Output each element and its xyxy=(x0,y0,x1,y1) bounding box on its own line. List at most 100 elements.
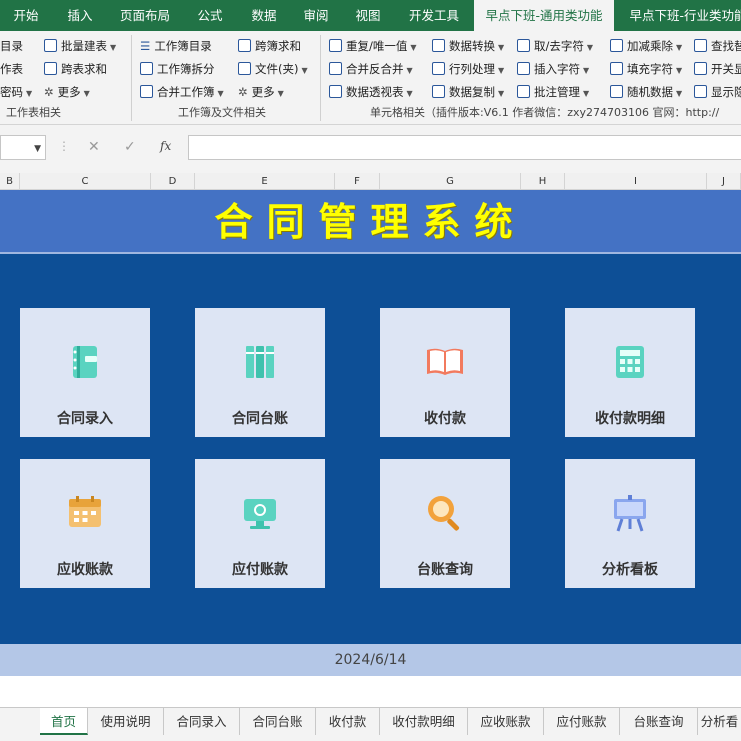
formula-bar: ▼ ⋮ ✕ ✓ fx xyxy=(0,125,741,173)
copy-icon xyxy=(432,85,445,98)
sheet-tab-receivables[interactable]: 应收账款 xyxy=(468,708,544,735)
sheet-tab-contract-entry[interactable]: 合同录入 xyxy=(164,708,240,735)
sheet-tab-ledger-query[interactable]: 台账查询 xyxy=(620,708,698,735)
ribbon-sheet-toc[interactable]: 目录 xyxy=(0,35,23,57)
column-header[interactable]: E xyxy=(195,173,335,190)
tag-icon xyxy=(329,39,342,52)
tab-data[interactable]: 数据 xyxy=(240,0,288,31)
ribbon-label: 作表 xyxy=(0,62,23,76)
ribbon-duplicate-unique[interactable]: 重复/唯一值 ▼ xyxy=(329,35,417,57)
tab-zaodian-industry[interactable]: 早点下班-行业类功能 xyxy=(618,0,741,31)
merge-icon xyxy=(140,85,153,98)
formula-input[interactable] xyxy=(188,135,741,160)
column-header[interactable]: D xyxy=(151,173,195,190)
column-header[interactable]: I xyxy=(565,173,707,190)
column-header[interactable]: H xyxy=(521,173,565,190)
ribbon-extract-char[interactable]: 取/去字符 ▼ xyxy=(517,35,593,57)
group-separator xyxy=(320,35,321,121)
ribbon-label: 开关显 xyxy=(711,62,741,76)
sheet-tab-payment-details[interactable]: 收付款明细 xyxy=(380,708,468,735)
tab-review[interactable]: 审阅 xyxy=(292,0,340,31)
calendar-icon xyxy=(69,496,101,527)
ribbon-sheet-password[interactable]: 密码 ▼ xyxy=(0,81,32,103)
list-icon: ☰ xyxy=(140,39,151,53)
sheet-tab-payments[interactable]: 收付款 xyxy=(316,708,380,735)
sheet-tab-home[interactable]: 首页 xyxy=(40,708,88,735)
ribbon-toggle-display[interactable]: 开关显 xyxy=(694,58,741,80)
tile-payables[interactable]: 应付账款 xyxy=(195,459,325,588)
ribbon-more-1[interactable]: ✲ 更多 ▼ xyxy=(44,81,90,103)
column-header[interactable]: C xyxy=(20,173,151,190)
group-label-cell: 单元格相关（插件版本:V6.1 作者微信：zxy274703106 官网：htt… xyxy=(370,106,720,119)
ribbon-row-col[interactable]: 行列处理 ▼ xyxy=(432,58,504,80)
sheet-tab-analysis[interactable]: 分析看 xyxy=(698,708,741,735)
ribbon-fill-char[interactable]: 填充字符 ▼ xyxy=(610,58,682,80)
ribbon-label: 重复/唯一值 xyxy=(346,39,408,53)
ribbon-more-2[interactable]: ✲ 更多 ▼ xyxy=(238,81,284,103)
ribbon-file-folder[interactable]: 文件(夹) ▼ xyxy=(238,58,308,80)
calculator-icon xyxy=(616,346,644,378)
sheet-tab-payables[interactable]: 应付账款 xyxy=(544,708,620,735)
tile-ledger-query[interactable]: 台账查询 xyxy=(380,459,510,588)
tab-insert[interactable]: 插入 xyxy=(56,0,104,31)
tile-analysis-board[interactable]: 分析看板 xyxy=(565,459,695,588)
sheet-tab-contract-ledger[interactable]: 合同台账 xyxy=(240,708,316,735)
ribbon-merge-workbook[interactable]: 合并工作簿 ▼ xyxy=(140,81,224,103)
arrow-down-icon xyxy=(517,62,530,75)
ribbon-arithmetic[interactable]: 加减乘除 ▼ xyxy=(610,35,682,57)
insert-function-icon[interactable]: fx xyxy=(160,139,171,153)
ribbon-label: 行列处理 xyxy=(449,62,495,76)
grid-icon xyxy=(432,39,445,52)
tile-label: 应收账款 xyxy=(57,562,113,578)
notebook-icon xyxy=(73,346,97,378)
ribbon-comment-manage[interactable]: 批注管理 ▼ xyxy=(517,81,589,103)
tab-page-layout[interactable]: 页面布局 xyxy=(110,0,180,31)
column-header[interactable]: F xyxy=(335,173,380,190)
ribbon-find-replace[interactable]: 查找替 xyxy=(694,35,741,57)
ribbon-pivot-table[interactable]: 数据透视表 ▼ xyxy=(329,81,413,103)
group-separator xyxy=(131,35,132,121)
extract-icon xyxy=(517,39,530,52)
tile-payments[interactable]: 收付款 xyxy=(380,308,510,437)
confirm-icon[interactable]: ✓ xyxy=(124,139,136,155)
ribbon-show-hide[interactable]: 显示隐 xyxy=(694,81,741,103)
tile-label: 收付款 xyxy=(424,411,466,427)
column-header[interactable]: G xyxy=(380,173,521,190)
tile-contract-ledger[interactable]: 合同台账 xyxy=(195,308,325,437)
ribbon-label: 加减乘除 xyxy=(627,39,673,53)
tile-contract-entry[interactable]: 合同录入 xyxy=(20,308,150,437)
column-header[interactable]: B xyxy=(0,173,20,190)
ribbon-label: 更多 xyxy=(57,85,81,99)
sheet-tab-instructions[interactable]: 使用说明 xyxy=(88,708,164,735)
tab-home[interactable]: 开始 xyxy=(0,0,52,31)
tile-label: 合同台账 xyxy=(232,411,288,427)
tile-payment-details[interactable]: 收付款明细 xyxy=(565,308,695,437)
date-display: 2024/6/14 xyxy=(0,644,741,676)
tab-formulas[interactable]: 公式 xyxy=(186,0,234,31)
ribbon-workbook-toc[interactable]: ☰ 工作簿目录 xyxy=(140,35,212,57)
ribbon-sheet-ops[interactable]: 作表 xyxy=(0,58,23,80)
tile-receivables[interactable]: 应收账款 xyxy=(20,459,150,588)
column-header[interactable]: J xyxy=(707,173,741,190)
ribbon-workbook-split[interactable]: 工作簿拆分 xyxy=(140,58,215,80)
sheet-tab-bar: 首页 使用说明 合同录入 合同台账 收付款 收付款明细 应收账款 应付账款 台账… xyxy=(0,707,741,741)
ribbon-cross-sheet-sum[interactable]: 跨表求和 xyxy=(44,58,107,80)
eye-icon xyxy=(694,85,707,98)
ribbon-label: 取/去字符 xyxy=(534,39,584,53)
cancel-icon[interactable]: ✕ xyxy=(88,139,100,155)
chevron-down-icon[interactable]: ▼ xyxy=(34,144,41,154)
name-box[interactable]: ▼ xyxy=(0,135,46,160)
ribbon-label: 合并工作簿 xyxy=(157,85,215,99)
ribbon-batch-create[interactable]: 批量建表 ▼ xyxy=(44,35,116,57)
tab-zaodian-general[interactable]: 早点下班-通用类功能 xyxy=(474,0,614,31)
grid-icon xyxy=(432,62,445,75)
tab-developer[interactable]: 开发工具 xyxy=(398,0,470,31)
ribbon-insert-char[interactable]: 插入字符 ▼ xyxy=(517,58,589,80)
tab-view[interactable]: 视图 xyxy=(344,0,392,31)
tile-label: 分析看板 xyxy=(602,562,658,578)
ribbon-random-data[interactable]: 随机数据 ▼ xyxy=(610,81,682,103)
ribbon-cross-book-sum[interactable]: 跨簿求和 xyxy=(238,35,301,57)
ribbon-data-convert[interactable]: 数据转换 ▼ xyxy=(432,35,504,57)
ribbon-merge-unmerge[interactable]: 合并反合并 ▼ xyxy=(329,58,413,80)
ribbon-data-copy[interactable]: 数据复制 ▼ xyxy=(432,81,504,103)
